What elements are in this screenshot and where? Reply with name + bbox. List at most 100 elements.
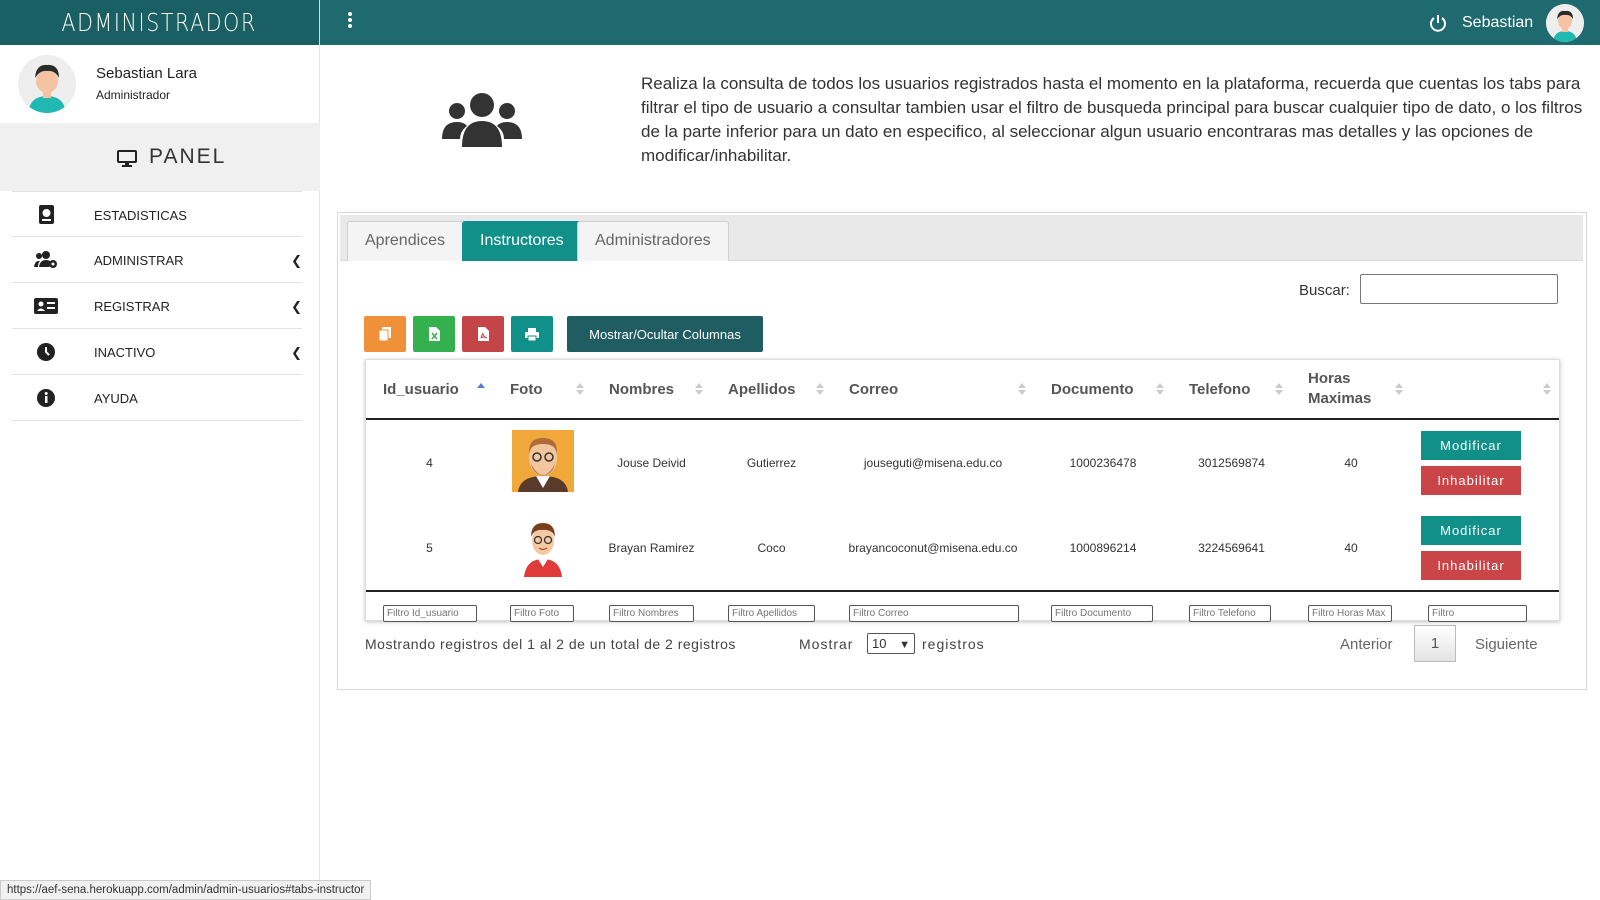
users-table: Id_usuario Foto Nombres Apellidos Correo…: [365, 359, 1560, 633]
pagination-previous[interactable]: Anterior: [1340, 636, 1393, 653]
cell-foto: [493, 419, 592, 505]
cell-foto: [493, 505, 592, 591]
filter-nombres-input[interactable]: [609, 605, 694, 622]
intro-text: Realiza la consulta de todos los usuario…: [641, 74, 1583, 165]
filter-foto-input[interactable]: [510, 605, 574, 622]
column-header[interactable]: Foto: [493, 360, 592, 420]
column-header[interactable]: Correo: [832, 360, 1034, 420]
excel-button[interactable]: [413, 316, 455, 352]
modify-button[interactable]: Modificar: [1421, 430, 1521, 460]
users-card: Aprendices Instructores Administradores …: [337, 212, 1587, 690]
sort-icon: [1018, 383, 1026, 395]
panel-label: PANEL: [149, 145, 227, 168]
avatar: [18, 55, 76, 113]
chevron-left-icon: ❮: [291, 253, 302, 268]
disable-button[interactable]: Inhabilitar: [1421, 550, 1521, 580]
chevron-down-icon: ▼: [899, 639, 910, 651]
copy-button[interactable]: [364, 316, 406, 352]
cell-correo: brayancoconut@misena.edu.co: [848, 540, 1018, 555]
status-url: https://aef-sena.herokuapp.com/admin/adm…: [0, 880, 372, 900]
tab-administradores[interactable]: Administradores: [577, 221, 729, 261]
table-row[interactable]: 4 Jouse Deivid Gutierrez jouseguti@misen…: [366, 419, 1559, 505]
sidebar-item-label: INACTIVO: [94, 345, 156, 360]
copy-icon: [379, 327, 391, 341]
print-icon: [525, 327, 539, 341]
filter-horas-input[interactable]: [1308, 605, 1392, 622]
sort-asc-icon: [477, 383, 485, 388]
stats-book-icon: [39, 205, 54, 224]
sidebar-item-estadisticas[interactable]: ESTADISTICAS: [12, 191, 302, 237]
brand-title: ADMINISTRADOR: [0, 0, 320, 45]
user-photo: [511, 515, 574, 577]
sidebar-item-registrar[interactable]: REGISTRAR ❮: [12, 283, 302, 329]
sidebar-item-inactivo[interactable]: INACTIVO ❮: [12, 329, 302, 375]
filter-actions-input[interactable]: [1428, 605, 1527, 622]
cell-horas: 40: [1344, 540, 1358, 555]
top-user-name[interactable]: Sebastian: [1462, 14, 1533, 32]
monitor-icon: [117, 150, 137, 167]
sort-icon: [816, 383, 824, 395]
modify-button[interactable]: Modificar: [1421, 515, 1521, 545]
filter-documento-input[interactable]: [1051, 605, 1153, 622]
cell-actions: Modificar Inhabilitar: [1411, 505, 1559, 591]
cell-nombres: Jouse Deivid: [617, 455, 686, 470]
cell-telefono: 3224569641: [1198, 540, 1265, 555]
profile-name: Sebastian Lara: [96, 65, 197, 82]
cell-actions: Modificar Inhabilitar: [1411, 419, 1559, 505]
sidebar-item-ayuda[interactable]: AYUDA: [12, 375, 302, 421]
filter-telefono-input[interactable]: [1189, 605, 1271, 622]
power-icon[interactable]: [1428, 13, 1448, 33]
records-info: Mostrando registros del 1 al 2 de un tot…: [365, 636, 736, 652]
panel-header[interactable]: PANEL: [0, 123, 320, 191]
sort-icon: [1275, 383, 1283, 395]
profile-role: Administrador: [96, 88, 171, 102]
sort-icon: [576, 383, 584, 395]
tab-bar: Aprendices Instructores Administradores: [340, 215, 1583, 261]
sidebar-item-administrar[interactable]: ADMINISTRAR ❮: [12, 237, 302, 283]
cell-horas: 40: [1344, 455, 1358, 470]
show-label: Mostrar: [799, 636, 854, 652]
tab-aprendices[interactable]: Aprendices: [347, 221, 464, 261]
sort-icon: [695, 383, 703, 395]
sidebar-profile: Sebastian Lara Administrador: [0, 45, 320, 123]
sidebar-item-label: REGISTRAR: [94, 299, 170, 314]
main-content: Realiza la consulta de todos los usuario…: [320, 45, 1600, 900]
column-header[interactable]: Apellidos: [711, 360, 832, 420]
top-bar: ADMINISTRADOR Sebastian: [0, 0, 1600, 45]
filter-apellidos-input[interactable]: [728, 605, 815, 622]
print-button[interactable]: [511, 316, 553, 352]
sort-icon: [1395, 383, 1403, 395]
cell-documento: 1000236478: [1069, 455, 1137, 470]
user-photo: [511, 430, 574, 492]
kebab-menu-icon[interactable]: [344, 12, 356, 32]
info-icon: [37, 389, 55, 407]
filter-correo-input[interactable]: [849, 605, 1019, 622]
filter-id-input[interactable]: [383, 605, 477, 622]
top-avatar[interactable]: [1546, 4, 1584, 42]
sidebar-item-label: ESTADISTICAS: [94, 208, 187, 223]
sort-icon: [1543, 383, 1551, 395]
pagination-page-1[interactable]: 1: [1414, 625, 1456, 662]
sidebar-menu: ESTADISTICAS ADMINISTRAR ❮ REGISTRAR ❮ I…: [12, 191, 302, 421]
pdf-button[interactable]: [462, 316, 504, 352]
records-label: registros: [922, 636, 985, 652]
cell-id: 4: [426, 455, 433, 470]
tab-instructores[interactable]: Instructores: [462, 221, 582, 261]
column-header[interactable]: Documento: [1034, 360, 1172, 420]
table-row[interactable]: 5 Brayan Ramirez Coco brayancoconut@mise…: [366, 505, 1559, 591]
cell-documento: 1000896214: [1069, 540, 1137, 555]
sidebar-item-label: ADMINISTRAR: [94, 253, 184, 268]
column-header[interactable]: Id_usuario: [366, 360, 493, 420]
search-input[interactable]: [1360, 274, 1558, 304]
pagination-next[interactable]: Siguiente: [1475, 636, 1538, 653]
column-header[interactable]: [1411, 360, 1559, 420]
column-header[interactable]: Horas Maximas: [1291, 360, 1411, 420]
page-size-select[interactable]: 10 ▼: [867, 633, 915, 654]
column-header[interactable]: Nombres: [592, 360, 711, 420]
column-header[interactable]: Telefono: [1172, 360, 1291, 420]
id-card-icon: [34, 298, 58, 314]
cell-id: 5: [426, 540, 433, 555]
sort-icon: [1156, 383, 1164, 395]
disable-button[interactable]: Inhabilitar: [1421, 465, 1521, 495]
toggle-columns-button[interactable]: Mostrar/Ocultar Columnas: [567, 316, 763, 352]
